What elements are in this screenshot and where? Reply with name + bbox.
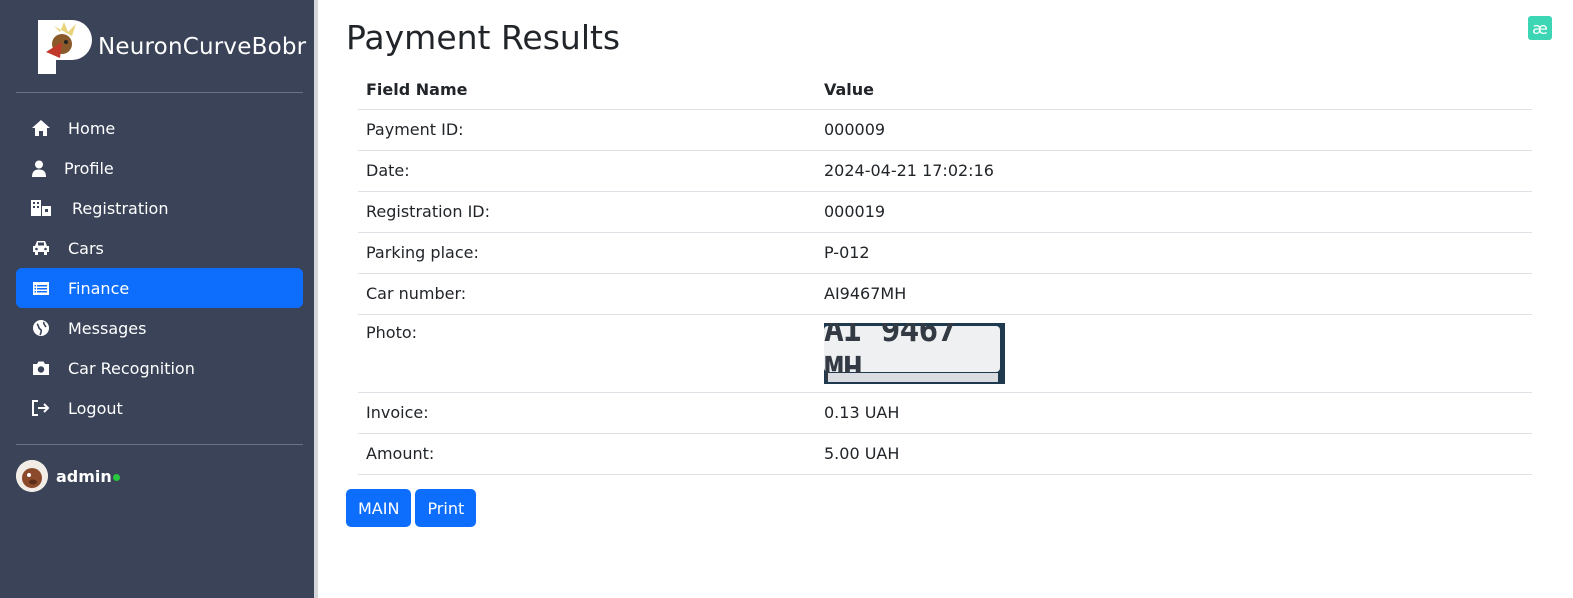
action-buttons: MAIN Print <box>346 489 480 527</box>
value-cell: 000009 <box>816 109 1532 151</box>
field-name-cell: Parking place: <box>358 232 816 274</box>
sidebar-item-registration[interactable]: Registration <box>16 188 303 228</box>
username: admin <box>56 466 112 486</box>
brand-logo-icon <box>36 18 92 76</box>
car-icon <box>30 237 52 259</box>
field-name-cell: Invoice: <box>358 392 816 434</box>
value-cell: 2024-04-21 17:02:16 <box>816 150 1532 192</box>
avatar <box>16 460 48 492</box>
camera-icon <box>30 357 52 379</box>
building-icon <box>30 197 52 219</box>
user-menu[interactable]: admin <box>16 460 120 492</box>
home-icon <box>30 117 52 139</box>
sidebar-item-label: Profile <box>64 158 114 178</box>
value-cell: P-012 <box>816 232 1532 274</box>
user-icon <box>30 157 48 179</box>
table-row: Registration ID: 000019 <box>358 191 1532 233</box>
sidebar-item-label: Home <box>68 118 116 138</box>
sidebar-item-messages[interactable]: Messages <box>16 308 303 348</box>
sidebar-item-label: Messages <box>68 318 147 338</box>
sidebar-item-car-recognition[interactable]: Car Recognition <box>16 348 303 388</box>
table-row: Photo: AI 9467 MH <box>358 314 1532 393</box>
main-button[interactable]: MAIN <box>346 489 412 527</box>
sidebar-item-label: Finance <box>68 278 130 298</box>
field-name-cell: Registration ID: <box>358 191 816 233</box>
field-name-cell: Amount: <box>358 433 816 475</box>
extension-badge-icon[interactable]: æ <box>1528 16 1552 40</box>
sidebar: NeuronCurveBobr Home Profile Registratio… <box>0 0 318 598</box>
field-name-cell: Date: <box>358 150 816 192</box>
sidebar-item-label: Registration <box>72 198 169 218</box>
table-row: Invoice: 0.13 UAH <box>358 392 1532 434</box>
sidebar-nav: Home Profile Registration Cars Finance M… <box>16 108 303 428</box>
table-row: Car number: AI9467MH <box>358 273 1532 315</box>
column-header-value: Value <box>816 70 1532 110</box>
sidebar-item-home[interactable]: Home <box>16 108 303 148</box>
value-cell: AI 9467 MH <box>816 314 1532 393</box>
online-status-dot <box>112 474 120 481</box>
field-name-cell: Payment ID: <box>358 109 816 151</box>
sidebar-item-logout[interactable]: Logout <box>16 388 303 428</box>
globe-icon <box>30 317 52 339</box>
field-name-cell: Photo: <box>358 314 816 393</box>
brand[interactable]: NeuronCurveBobr <box>36 18 306 76</box>
table-row: Amount: 5.00 UAH <box>358 433 1532 475</box>
column-header-field-name: Field Name <box>358 70 816 110</box>
sidebar-item-cars[interactable]: Cars <box>16 228 303 268</box>
field-name-cell: Car number: <box>358 273 816 315</box>
sidebar-item-label: Cars <box>68 238 104 258</box>
sidebar-divider-top <box>16 92 303 93</box>
table-header-row: Field Name Value <box>358 70 1532 110</box>
page-title: Payment Results <box>346 18 621 57</box>
table-list-icon <box>30 277 52 299</box>
table-row: Date: 2024-04-21 17:02:16 <box>358 150 1532 192</box>
sidebar-item-label: Car Recognition <box>68 358 195 378</box>
value-cell: 0.13 UAH <box>816 392 1532 434</box>
table-row: Parking place: P-012 <box>358 232 1532 274</box>
sidebar-item-finance[interactable]: Finance <box>16 268 303 308</box>
sidebar-divider-bottom <box>16 444 303 445</box>
license-plate-photo[interactable]: AI 9467 MH <box>824 322 1005 384</box>
brand-name: NeuronCurveBobr <box>98 34 307 60</box>
sidebar-item-label: Logout <box>68 398 123 418</box>
payment-results-table: Field Name Value Payment ID: 000009 Date… <box>358 70 1532 475</box>
value-cell: 5.00 UAH <box>816 433 1532 475</box>
sidebar-item-profile[interactable]: Profile <box>16 148 303 188</box>
logout-icon <box>30 397 52 419</box>
value-cell: AI9467MH <box>816 273 1532 315</box>
plate-bottom-strip <box>828 372 998 382</box>
print-button[interactable]: Print <box>415 489 477 527</box>
table-row: Payment ID: 000009 <box>358 109 1532 151</box>
value-cell: 000019 <box>816 191 1532 233</box>
